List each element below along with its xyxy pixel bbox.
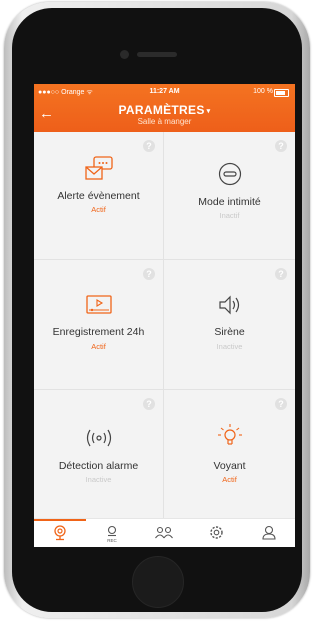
bottom-tab-bar: REC <box>34 518 295 547</box>
tile-state: Inactive <box>85 475 112 484</box>
battery-icon <box>274 89 289 97</box>
tab-camera[interactable] <box>34 519 86 547</box>
page-title-dropdown[interactable]: PARAMÈTRES ▾ <box>34 103 295 117</box>
tile-label: Sirène <box>214 326 245 338</box>
camera-icon <box>54 525 66 541</box>
light-bulb-icon <box>217 424 242 445</box>
app-screen: ●●●○○ Orange ᯤ 11:27 AM 100 % ← PARAMÈTR… <box>34 84 295 547</box>
mail-alert-icon <box>84 156 113 180</box>
tile-state: Inactif <box>219 211 240 220</box>
tile-state: Actif <box>91 342 106 351</box>
help-icon[interactable]: ? <box>143 140 155 152</box>
chevron-down-icon: ▾ <box>206 107 211 115</box>
recordings-icon <box>107 525 117 537</box>
tile-event-alert[interactable]: ? Alerte évènement Actif <box>34 132 164 260</box>
help-icon[interactable]: ? <box>143 398 155 410</box>
front-camera <box>120 50 129 59</box>
tile-state: Inactive <box>216 342 243 351</box>
settings-icon <box>209 526 223 539</box>
room-subtitle: Salle à manger <box>137 117 192 126</box>
tile-alarm-detection[interactable]: ? Détection alarme Inactive <box>34 390 164 518</box>
recording-icon <box>85 295 112 314</box>
tile-state: Actif <box>222 475 237 484</box>
app-header: ●●●○○ Orange ᯤ 11:27 AM 100 % ← PARAMÈTR… <box>34 84 295 132</box>
people-icon <box>155 526 173 539</box>
tile-indicator-light[interactable]: ? Voyant Actif <box>164 390 295 518</box>
tile-24h-recording[interactable]: ? Enregistrement 24h Actif <box>34 260 164 390</box>
page-title: PARAMÈTRES <box>118 103 205 117</box>
tile-siren[interactable]: ? Sirène Inactive <box>164 260 295 390</box>
help-icon[interactable]: ? <box>143 268 155 280</box>
tile-label: Alerte évènement <box>57 190 140 202</box>
tile-label: Voyant <box>213 460 246 472</box>
sound-detection-icon <box>86 429 111 447</box>
help-icon[interactable]: ? <box>275 398 287 410</box>
tile-label: Mode intimité <box>198 196 261 208</box>
speaker-icon <box>218 295 239 315</box>
battery-percent: 100 % <box>253 88 273 95</box>
tab-settings[interactable] <box>190 519 242 547</box>
rec-label: REC <box>107 538 117 543</box>
tab-recordings[interactable]: REC <box>86 519 138 547</box>
help-icon[interactable]: ? <box>275 268 287 280</box>
active-tab-indicator <box>34 519 86 521</box>
settings-grid: ? Alerte évènement Actif ? Mode intimité… <box>34 132 295 518</box>
tab-profile[interactable] <box>242 519 295 547</box>
home-button[interactable] <box>132 556 184 608</box>
earpiece-speaker <box>137 52 177 57</box>
user-icon <box>261 525 276 540</box>
tile-privacy-mode[interactable]: ? Mode intimité Inactif <box>164 132 295 260</box>
privacy-mode-icon <box>218 162 241 186</box>
help-icon[interactable]: ? <box>275 140 287 152</box>
tile-state: Actif <box>91 205 106 214</box>
tile-label: Enregistrement 24h <box>52 326 145 338</box>
tab-people[interactable] <box>138 519 190 547</box>
tile-label: Détection alarme <box>58 460 139 472</box>
